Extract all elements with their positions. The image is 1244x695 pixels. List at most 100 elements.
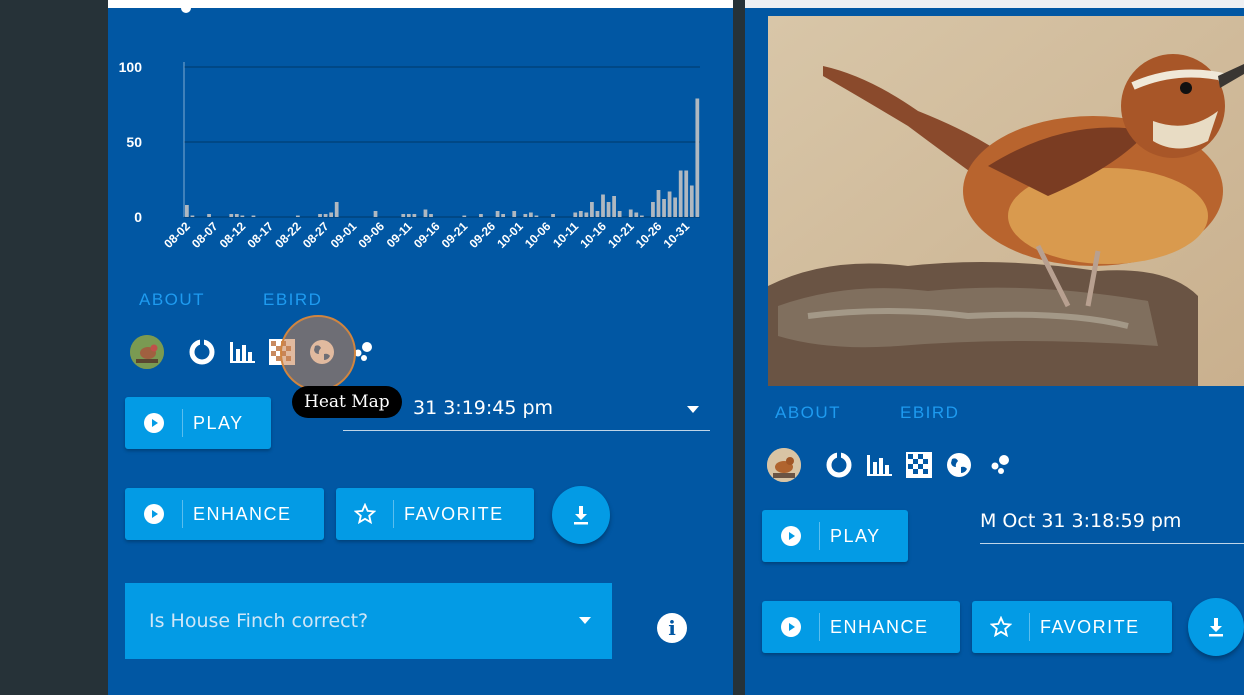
bar-09-28[interactable] xyxy=(501,214,506,217)
x-tick-label: 08-22 xyxy=(272,219,304,251)
bar-09-12[interactable] xyxy=(412,214,417,217)
favorite-label: FAVORITE xyxy=(404,503,504,524)
bar-08-06[interactable] xyxy=(207,214,211,217)
bar-08-14[interactable] xyxy=(251,215,256,218)
bar-10-13[interactable] xyxy=(584,212,589,218)
globe-icon[interactable] xyxy=(939,445,979,485)
bar-chart-icon[interactable] xyxy=(859,445,899,485)
star-icon xyxy=(336,500,394,528)
play-button[interactable]: PLAY xyxy=(125,397,271,449)
download-button[interactable] xyxy=(1188,598,1244,656)
heat-map-icon[interactable] xyxy=(899,445,939,485)
bar-10-15[interactable] xyxy=(595,211,600,217)
bar-08-11[interactable] xyxy=(234,214,239,217)
range-handle[interactable] xyxy=(181,8,191,13)
bar-08-29[interactable] xyxy=(334,202,339,217)
date-value: M Oct 31 3:18:59 pm xyxy=(980,510,1182,532)
bar-10-03[interactable] xyxy=(529,212,533,218)
bar-10-17[interactable] xyxy=(606,202,611,217)
chevron-down-icon xyxy=(687,406,699,413)
detections-bar-chart: 05010008-0208-0708-1208-1708-2208-2709-0… xyxy=(119,8,700,251)
bar-08-27[interactable] xyxy=(323,214,328,217)
bar-10-14[interactable] xyxy=(590,202,594,217)
bar-10-29[interactable] xyxy=(673,197,678,218)
app-sidebar xyxy=(0,0,108,695)
x-tick-label: 10-01 xyxy=(494,219,526,251)
info-icon[interactable]: i xyxy=(657,613,687,643)
donut-chart-icon[interactable] xyxy=(819,445,859,485)
y-tick-label: 0 xyxy=(134,209,142,225)
bar-09-21[interactable] xyxy=(462,215,467,218)
bar-09-11[interactable] xyxy=(406,214,411,217)
recording-date-select[interactable]: M Oct 31 3:18:59 pm xyxy=(980,510,1244,544)
scatter-icon[interactable] xyxy=(979,445,1019,485)
bar-08-03[interactable] xyxy=(190,215,195,218)
bar-10-16[interactable] xyxy=(601,194,605,218)
x-tick-label: 08-17 xyxy=(245,219,277,251)
enhance-label: ENHANCE xyxy=(830,616,929,637)
bird-photo xyxy=(768,16,1244,386)
date-value: 31 3:19:45 pm xyxy=(413,397,554,419)
x-tick-label: 08-07 xyxy=(189,219,221,251)
species-avatar[interactable] xyxy=(767,448,801,482)
bar-10-18[interactable] xyxy=(612,196,616,217)
bar-08-12[interactable] xyxy=(240,215,245,218)
x-tick-label: 10-06 xyxy=(522,219,554,251)
bar-08-22[interactable] xyxy=(295,215,300,218)
bar-10-22[interactable] xyxy=(634,212,639,218)
bar-undefined[interactable] xyxy=(695,98,700,218)
bar-09-24[interactable] xyxy=(479,214,483,217)
bar-10-19[interactable] xyxy=(617,211,622,217)
download-icon xyxy=(1209,618,1223,637)
about-link[interactable]: ABOUT xyxy=(775,403,841,423)
download-icon xyxy=(574,506,588,525)
enhance-button[interactable]: ENHANCE xyxy=(762,601,960,653)
x-tick-label: 10-11 xyxy=(550,219,581,250)
bar-08-10[interactable] xyxy=(229,214,234,217)
bar-09-10[interactable] xyxy=(401,214,406,217)
play-label: PLAY xyxy=(830,525,881,546)
download-button[interactable] xyxy=(552,486,610,544)
about-link[interactable]: ABOUT xyxy=(139,290,205,310)
bar-09-30[interactable] xyxy=(512,211,517,217)
top-strip xyxy=(745,0,1244,8)
bar-10-27[interactable] xyxy=(662,199,666,217)
species-avatar[interactable] xyxy=(130,335,164,369)
x-tick-label: 09-06 xyxy=(355,219,387,251)
bar-09-05[interactable] xyxy=(373,211,378,217)
bar-08-26[interactable] xyxy=(318,214,322,217)
bar-08-28[interactable] xyxy=(329,212,334,218)
play-button[interactable]: PLAY xyxy=(762,510,908,562)
species-verification-select[interactable]: Is House Finch correct? xyxy=(125,583,612,659)
bar-09-27[interactable] xyxy=(495,211,500,217)
favorite-button[interactable]: FAVORITE xyxy=(972,601,1172,653)
bar-09-15[interactable] xyxy=(429,214,433,217)
donut-chart-icon[interactable] xyxy=(182,332,222,372)
bar-10-04[interactable] xyxy=(534,215,539,218)
x-tick-label: 08-27 xyxy=(300,219,332,251)
heat-map-tooltip: Heat Map xyxy=(292,386,402,418)
bar-10-31[interactable] xyxy=(684,170,689,218)
play-icon xyxy=(125,500,183,528)
play-icon xyxy=(762,522,820,550)
x-tick-label: 08-02 xyxy=(161,219,193,251)
bar-10-11[interactable] xyxy=(573,212,578,218)
bar-10-25[interactable] xyxy=(651,202,655,217)
bar-10-23[interactable] xyxy=(639,215,644,218)
play-icon xyxy=(125,409,183,437)
ebird-link[interactable]: EBIRD xyxy=(900,403,959,423)
bar-undefined[interactable] xyxy=(689,185,694,218)
bar-10-02[interactable] xyxy=(523,214,528,217)
bar-10-26[interactable] xyxy=(656,190,661,217)
bar-10-12[interactable] xyxy=(578,211,583,217)
bar-10-07[interactable] xyxy=(551,214,555,217)
favorite-button[interactable]: FAVORITE xyxy=(336,488,534,540)
bar-10-21[interactable] xyxy=(628,209,633,218)
bar-10-30[interactable] xyxy=(678,170,683,218)
bar-08-02[interactable] xyxy=(185,205,189,217)
bar-chart-icon[interactable] xyxy=(222,332,262,372)
ebird-link[interactable]: EBIRD xyxy=(263,290,322,310)
enhance-button[interactable]: ENHANCE xyxy=(125,488,324,540)
bar-10-28[interactable] xyxy=(667,191,672,218)
bar-09-14[interactable] xyxy=(423,209,428,218)
